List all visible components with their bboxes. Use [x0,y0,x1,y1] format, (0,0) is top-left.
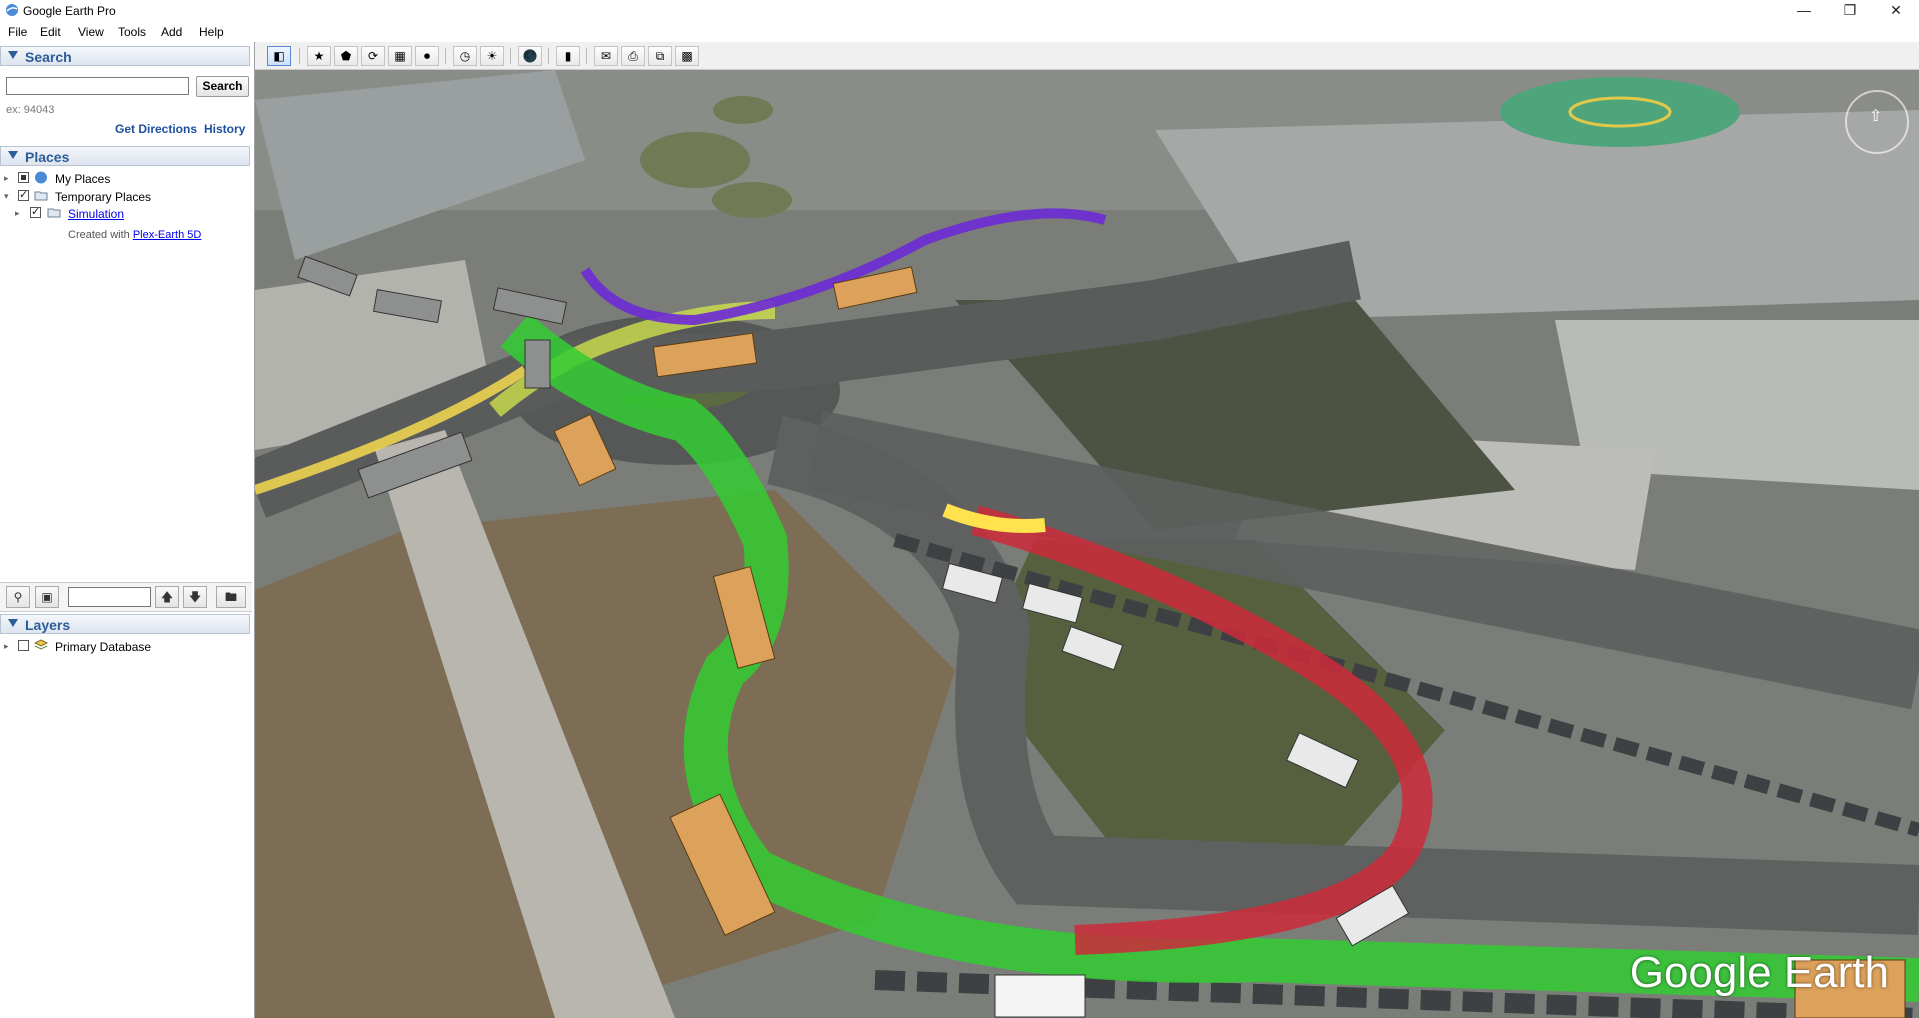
collapse-triangle-icon [8,151,18,159]
tree-item-temporary-places[interactable]: ▾ Temporary Places [0,188,250,205]
google-earth-icon [6,4,18,16]
menu-view[interactable]: View [78,25,104,39]
collapse-triangle-icon [8,51,18,59]
close-icon[interactable]: ✕ [1873,0,1919,20]
simulation-checkbox[interactable] [30,205,41,218]
search-panel-title: Search [25,49,72,65]
menu-tools[interactable]: Tools [118,25,146,39]
restore-icon[interactable]: ❐ [1827,0,1873,20]
title-bar: Google Earth Pro — ❐ ✕ [0,0,1919,20]
folder-icon [47,208,61,218]
navigation-compass-icon[interactable]: ⇧ [1845,90,1909,154]
menu-help[interactable]: Help [199,25,224,39]
tree-item-label: Temporary Places [55,190,152,204]
expand-arrow-icon[interactable]: ▸ [4,173,9,184]
email-icon[interactable]: ✉ [594,46,618,66]
places-panel-header[interactable]: Places [0,146,250,166]
my-places-icon [35,171,47,184]
search-panel-header[interactable]: Search [0,46,250,66]
menu-bar: File Edit View Tools Add Help [0,20,1919,42]
toolbar-separator [299,48,300,64]
folder-icon [34,191,48,201]
tree-item-my-places[interactable]: ▸ My Places [0,171,250,187]
plex-earth-link[interactable]: Plex-Earth 5D [133,229,201,241]
map-scene [255,70,1919,1018]
save-image-icon[interactable]: ⧉ [648,46,672,66]
toolbar-separator [548,48,549,64]
collapse-triangle-icon [8,619,18,627]
sidebar-toggle-icon[interactable]: ◧ [267,46,291,66]
tree-item-label: My Places [55,172,111,186]
toolbar-separator [586,48,587,64]
layers-panel-title: Layers [25,617,71,633]
ruler-icon[interactable]: ▮ [556,46,580,66]
add-image-overlay-icon[interactable]: ▦ [388,46,412,66]
temporary-places-checkbox[interactable] [18,188,29,201]
menu-file[interactable]: File [8,25,27,39]
google-earth-watermark: Google Earth [1629,948,1889,997]
menu-edit[interactable]: Edit [40,25,61,39]
toolbar-separator [510,48,511,64]
expand-arrow-icon[interactable]: ▸ [4,641,9,652]
view-in-maps-icon[interactable]: ▩ [675,46,699,66]
add-polygon-icon[interactable]: ⬟ [334,46,358,66]
simulation-link[interactable]: Simulation [68,207,124,221]
record-tour-icon[interactable]: ⏺ [415,46,439,66]
my-places-checkbox[interactable] [18,172,29,183]
primary-database-checkbox[interactable] [18,640,29,651]
layers-panel-header[interactable]: Layers [0,614,250,634]
main-toolbar: ◧ ★ ⬟ ⟳ ▦ ⏺ ◷ ☀ 🌑 ▮ ✉ ⎙ ⧉ ▩ [255,42,1919,70]
search-button[interactable]: Search [196,76,249,97]
sunlight-icon[interactable]: ☀ [480,46,504,66]
layers-icon [34,639,48,650]
tree-item-simulation[interactable]: ▸ Simulation [0,205,250,222]
print-icon[interactable]: ⎙ [621,46,645,66]
search-places-icon[interactable]: ⚲ [6,586,30,608]
move-down-icon[interactable]: 🡇 [183,586,207,608]
minimize-icon[interactable]: — [1781,0,1827,20]
tree-item-description: Created with Plex-Earth 5D [68,229,252,245]
places-filter-input[interactable] [68,587,151,607]
add-placemark-icon[interactable]: ★ [307,46,331,66]
earth-viewport[interactable]: ⇧ Google Earth [255,70,1919,1018]
get-directions-link[interactable]: Get Directions [115,122,197,136]
sidebar-toggle-icon[interactable]: ▣ [35,586,59,608]
expand-arrow-icon[interactable]: ▸ [15,208,20,219]
tree-item-label: Primary Database [55,640,152,654]
move-up-icon[interactable]: 🡅 [155,586,179,608]
places-panel-title: Places [25,149,70,165]
created-with-text: Created with [68,229,130,241]
tree-item-primary-database[interactable]: ▸ Primary Database [0,639,250,655]
history-link[interactable]: History [204,122,245,136]
search-input[interactable] [6,77,189,95]
places-toolbar: ⚲ ▣ 🡅 🡇 🖿 [0,582,252,612]
menu-add[interactable]: Add [161,25,182,39]
window-title: Google Earth Pro [23,4,116,18]
folder-menu-icon[interactable]: 🖿 [216,586,246,608]
collapse-arrow-icon[interactable]: ▾ [4,191,9,202]
historical-imagery-icon[interactable]: ◷ [453,46,477,66]
planets-icon[interactable]: 🌑 [518,46,542,66]
add-path-icon[interactable]: ⟳ [361,46,385,66]
search-hint: ex: 94043 [6,104,55,116]
toolbar-separator [445,48,446,64]
